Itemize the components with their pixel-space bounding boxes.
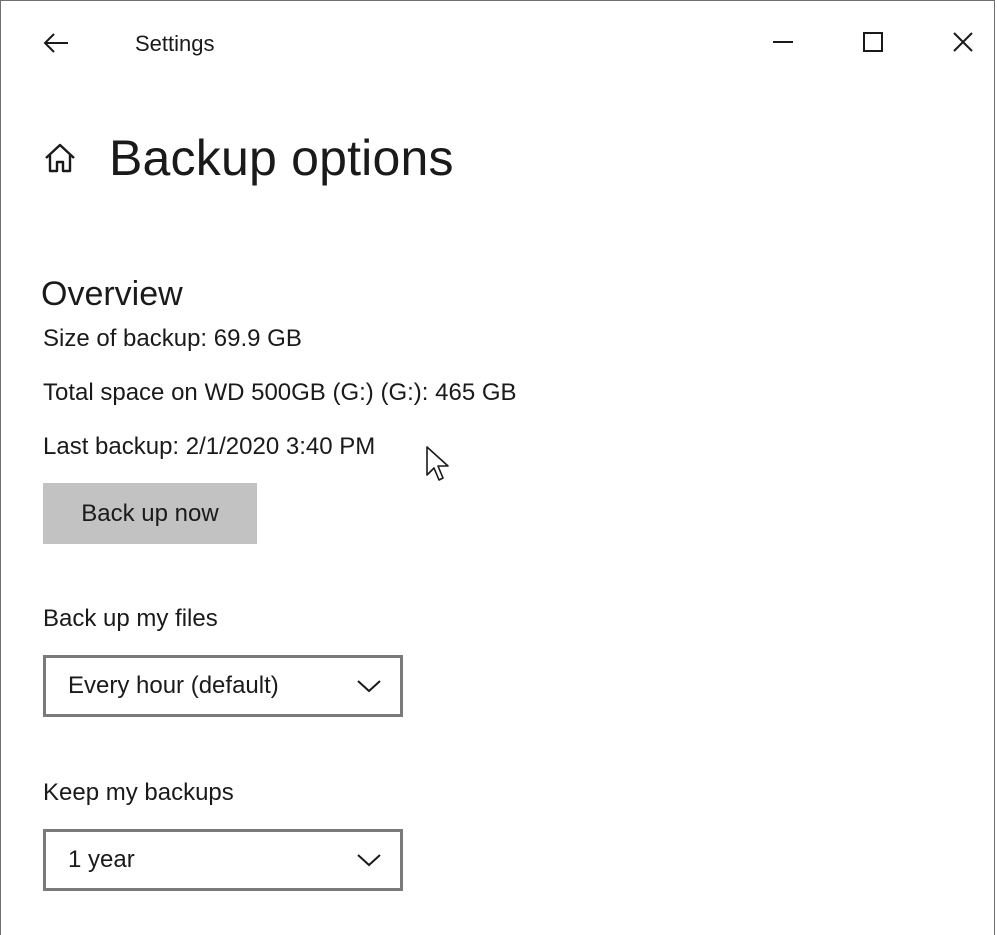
total-space-text: Total space on WD 500GB (G:) (G:): 465 G…: [43, 379, 517, 406]
home-icon[interactable]: [41, 139, 79, 177]
title-bar: Settings: [1, 1, 994, 85]
minimize-button[interactable]: [753, 19, 813, 65]
retention-dropdown[interactable]: 1 year: [43, 829, 403, 891]
maximize-button[interactable]: [843, 19, 903, 65]
backup-size-text: Size of backup: 69.9 GB: [43, 325, 302, 352]
backup-frequency-dropdown[interactable]: Every hour (default): [43, 655, 403, 717]
back-button[interactable]: [31, 21, 81, 65]
chevron-down-icon: [357, 680, 381, 693]
backup-frequency-value: Every hour (default): [68, 672, 279, 699]
window-title: Settings: [135, 31, 215, 56]
minimize-icon: [773, 41, 793, 43]
mouse-pointer-icon: [426, 446, 449, 481]
back-arrow-icon: [43, 33, 68, 53]
close-icon: [953, 32, 973, 52]
settings-window: Settings Backup options Overview Size of…: [0, 0, 995, 935]
backup-frequency-label: Back up my files: [43, 605, 218, 632]
page-title: Backup options: [109, 130, 454, 186]
page-header: Backup options: [41, 123, 454, 193]
last-backup-text: Last backup: 2/1/2020 3:40 PM: [43, 433, 376, 460]
retention-label: Keep my backups: [43, 779, 234, 806]
close-button[interactable]: [933, 19, 993, 65]
maximize-icon: [863, 32, 883, 52]
chevron-down-icon: [357, 854, 381, 867]
back-up-now-button[interactable]: Back up now: [43, 483, 257, 544]
retention-value: 1 year: [68, 846, 135, 873]
overview-heading: Overview: [41, 275, 183, 313]
